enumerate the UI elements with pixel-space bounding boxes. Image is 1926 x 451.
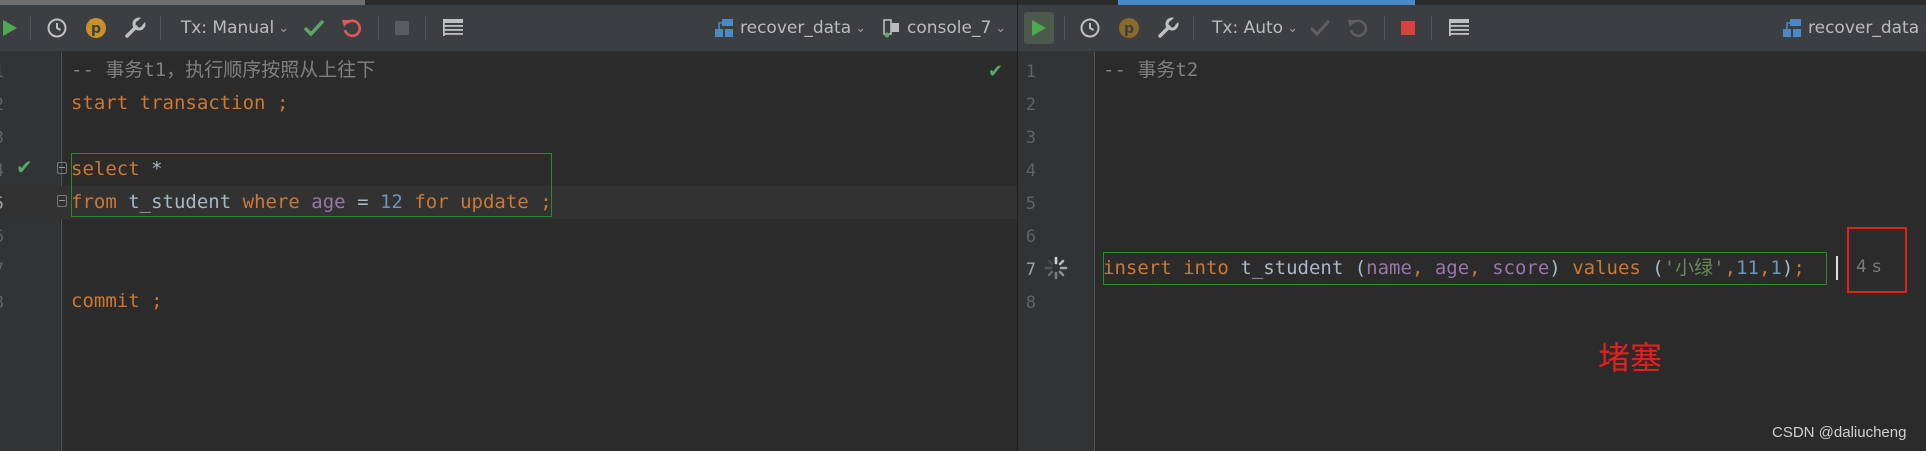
chevron-down-icon: ⌄: [855, 20, 867, 36]
line-number: 4: [0, 161, 4, 181]
run-icon[interactable]: [0, 5, 20, 51]
code-line-1[interactable]: -- 事务t1，执行顺序按照从上往下: [71, 54, 375, 87]
fold-end-icon[interactable]: [57, 195, 67, 207]
rollback-icon[interactable]: [1345, 5, 1371, 51]
chevron-down-icon: ⌄: [278, 20, 290, 36]
tx-mode-dropdown[interactable]: Tx: Manual ⌄: [180, 5, 290, 51]
run-icon[interactable]: [1024, 5, 1054, 51]
commit-check-icon[interactable]: [1307, 5, 1333, 51]
code-line-8[interactable]: commit ;: [71, 285, 163, 318]
right-toolbar: p Tx: Auto ⌄ recover_data ⌄: [1018, 5, 1926, 52]
line-number: 3: [1025, 128, 1036, 148]
stop-icon[interactable]: [1395, 5, 1421, 51]
history-icon[interactable]: [1077, 5, 1103, 51]
p-icon[interactable]: p: [83, 5, 109, 51]
left-editor-pane: p Tx: Manual ⌄ recover_data ⌄ console_7 …: [0, 0, 1017, 451]
console-icon: [882, 18, 902, 38]
datasource-label: recover_data: [1808, 18, 1920, 38]
line-gutter: [0, 52, 60, 451]
line-number: 5: [0, 194, 4, 214]
line-number: 8: [1025, 293, 1036, 313]
left-toolbar: p Tx: Manual ⌄ recover_data ⌄ console_7 …: [0, 5, 1017, 52]
wrench-icon[interactable]: [1155, 5, 1181, 51]
datasource-icon: [1782, 18, 1802, 38]
line-number: 2: [1025, 95, 1036, 115]
tx-mode-dropdown[interactable]: Tx: Auto ⌄: [1210, 5, 1300, 51]
right-editor-pane: p Tx: Auto ⌄ recover_data ⌄: [1018, 0, 1926, 451]
comment-text: -- 事务t1，执行顺序按照从上往下: [71, 59, 376, 81]
line-number: 7: [1025, 260, 1036, 280]
fold-start-icon[interactable]: [57, 162, 67, 174]
chevron-down-icon: ⌄: [1287, 20, 1298, 36]
commit-check-icon[interactable]: [301, 5, 327, 51]
table-icon[interactable]: [440, 5, 466, 51]
line-number: 5: [1025, 194, 1036, 214]
line-number: 4: [1025, 161, 1036, 181]
line-number: 3: [0, 128, 4, 148]
stop-icon[interactable]: [390, 5, 414, 51]
console-label: console_7: [907, 18, 992, 38]
comment-text: -- 事务t2: [1103, 59, 1199, 81]
text-cursor: [1836, 256, 1838, 280]
annotation-box: [1847, 227, 1907, 293]
tx-mode-label: Tx: Manual: [180, 18, 275, 38]
chevron-down-icon: ⌄: [995, 20, 1007, 36]
code-line-4[interactable]: select *: [71, 153, 163, 186]
line-number: 8: [0, 293, 4, 313]
datasource-icon: [714, 18, 734, 38]
inspection-ok-icon: ✔: [988, 61, 1004, 82]
p-icon[interactable]: p: [1116, 5, 1142, 51]
wrench-icon[interactable]: [122, 5, 148, 51]
history-icon[interactable]: [44, 5, 70, 51]
line-number: 1: [0, 62, 4, 82]
datasource-dropdown[interactable]: recover_data ⌄: [714, 5, 867, 51]
code-line-2[interactable]: start transaction ;: [71, 87, 288, 120]
svg-text:p: p: [91, 21, 101, 37]
executed-check-icon: ✔: [16, 155, 33, 179]
tx-mode-label: Tx: Auto: [1212, 18, 1284, 38]
code-line-5[interactable]: from t_student where age = 12 for update…: [71, 186, 552, 219]
blocked-annotation: 堵塞: [1598, 339, 1663, 377]
line-number: 7: [0, 260, 4, 280]
line-number: 1: [1025, 62, 1036, 82]
svg-text:p: p: [1124, 21, 1134, 37]
code-line-7[interactable]: insert into t_student (name, age, score)…: [1103, 252, 1805, 285]
loading-spinner-icon: [1044, 256, 1068, 284]
rollback-icon[interactable]: [339, 5, 365, 51]
datasource-dropdown[interactable]: recover_data ⌄: [1782, 5, 1926, 51]
table-icon[interactable]: [1446, 5, 1472, 51]
line-number: 2: [0, 95, 4, 115]
datasource-label: recover_data: [740, 18, 852, 38]
watermark: CSDN @daliucheng: [1772, 424, 1907, 441]
code-line-1[interactable]: -- 事务t2: [1103, 54, 1198, 87]
line-number: 6: [0, 227, 4, 247]
line-number: 6: [1025, 227, 1036, 247]
console-dropdown[interactable]: console_7 ⌄: [882, 5, 1012, 51]
